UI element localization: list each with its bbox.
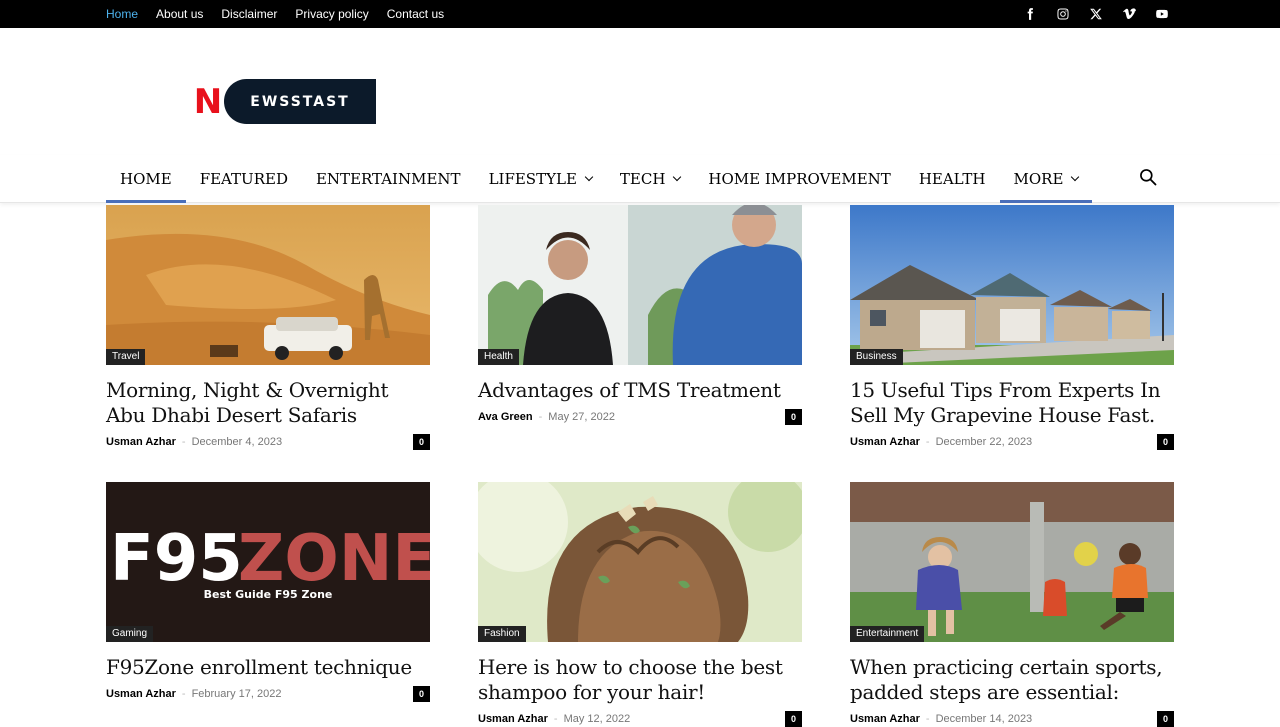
post-date: May 12, 2022 <box>563 713 631 725</box>
comment-count[interactable]: 0 <box>785 409 802 425</box>
nav-tech[interactable]: TECH <box>606 155 695 203</box>
logo-text: EWSSTAST <box>250 93 350 110</box>
x-icon[interactable] <box>1087 6 1104 23</box>
f95zone-image: F95 ZONE Best Guide F95 Zone <box>106 482 430 642</box>
main-nav: HOME FEATURED ENTERTAINMENT LIFESTYLE TE… <box>0 155 1280 203</box>
category-badge[interactable]: Fashion <box>478 626 526 642</box>
f95-tagline: Best Guide F95 Zone <box>204 588 333 601</box>
logo-letter: N <box>193 81 223 122</box>
post-thumbnail[interactable]: Entertainment <box>850 482 1174 642</box>
post-card: Health Advantages of TMS Treatment Ava G… <box>478 205 802 425</box>
post-title[interactable]: Morning, Night & Overnight Abu Dhabi Des… <box>106 378 430 428</box>
comment-count[interactable]: 0 <box>413 434 430 450</box>
search-button[interactable] <box>1138 167 1162 191</box>
post-title[interactable]: 15 Useful Tips From Experts In Sell My G… <box>850 378 1174 428</box>
post-card: Fashion Here is how to choose the best s… <box>478 482 802 727</box>
post-meta: Usman Azhar - May 12, 2022 0 <box>478 711 802 727</box>
top-bar: Home About us Disclaimer Privacy policy … <box>0 0 1280 28</box>
meta-separator: - <box>925 713 930 725</box>
nav-entertainment[interactable]: ENTERTAINMENT <box>302 155 475 203</box>
meta-separator: - <box>181 688 186 700</box>
chevron-down-icon <box>673 172 682 182</box>
chevron-down-icon <box>584 172 594 182</box>
post-meta: Ava Green - May 27, 2022 0 <box>478 409 802 425</box>
nav-health[interactable]: HEALTH <box>905 155 1000 203</box>
desert-safari-image <box>106 205 430 365</box>
post-author[interactable]: Usman Azhar <box>478 713 548 725</box>
post-card: F95 ZONE Best Guide F95 Zone Gaming F95Z… <box>106 482 430 702</box>
search-icon <box>1140 169 1157 186</box>
post-title[interactable]: Advantages of TMS Treatment <box>478 378 802 403</box>
top-nav-privacy-policy[interactable]: Privacy policy <box>295 7 368 21</box>
nav-home-improvement[interactable]: HOME IMPROVEMENT <box>694 155 904 203</box>
category-badge[interactable]: Travel <box>106 349 146 365</box>
post-meta: Usman Azhar - February 17, 2022 0 <box>106 686 430 702</box>
zone-brand-text: ZONE <box>238 522 430 596</box>
top-nav-disclaimer[interactable]: Disclaimer <box>221 7 277 21</box>
f95-brand-text: F95 <box>110 522 243 596</box>
post-meta: Usman Azhar - December 22, 2023 0 <box>850 434 1174 450</box>
site-logo[interactable]: N EWSSTAST <box>190 79 376 124</box>
post-date: February 17, 2022 <box>191 688 282 700</box>
meta-separator: - <box>538 411 543 423</box>
nav-lifestyle[interactable]: LIFESTYLE <box>475 155 606 203</box>
post-thumbnail[interactable]: Health <box>478 205 802 365</box>
top-nav-about-us[interactable]: About us <box>156 7 203 21</box>
post-date: December 22, 2023 <box>935 436 1033 448</box>
house-image <box>850 205 1174 365</box>
post-title[interactable]: When practicing certain sports, padded s… <box>850 655 1174 705</box>
post-author[interactable]: Usman Azhar <box>106 688 176 700</box>
category-badge[interactable]: Gaming <box>106 626 154 642</box>
comment-count[interactable]: 0 <box>785 711 802 727</box>
post-card: Travel Morning, Night & Overnight Abu Dh… <box>106 205 430 450</box>
top-nav-contact-us[interactable]: Contact us <box>387 7 444 21</box>
comment-count[interactable]: 0 <box>413 686 430 702</box>
nav-featured[interactable]: FEATURED <box>186 155 302 203</box>
kids-soccer-image <box>850 482 1174 642</box>
post-title[interactable]: F95Zone enrollment technique <box>106 655 430 680</box>
category-badge[interactable]: Health <box>478 349 519 365</box>
post-card: Business 15 Useful Tips From Experts In … <box>850 205 1174 450</box>
post-card: Entertainment When practicing certain sp… <box>850 482 1174 727</box>
post-title[interactable]: Here is how to choose the best shampoo f… <box>478 655 802 705</box>
post-date: May 27, 2022 <box>548 411 615 423</box>
post-author[interactable]: Usman Azhar <box>850 436 920 448</box>
post-thumbnail[interactable]: Fashion <box>478 482 802 642</box>
post-author[interactable]: Usman Azhar <box>850 713 920 725</box>
meta-separator: - <box>181 436 186 448</box>
post-thumbnail[interactable]: Travel <box>106 205 430 365</box>
top-nav: Home About us Disclaimer Privacy policy … <box>106 0 462 28</box>
post-author[interactable]: Usman Azhar <box>106 436 176 448</box>
youtube-icon[interactable] <box>1153 6 1170 23</box>
logo-banner: EWSSTAST <box>224 79 376 124</box>
social-links <box>1021 0 1170 28</box>
instagram-icon[interactable] <box>1054 6 1071 23</box>
comment-count[interactable]: 0 <box>1157 711 1174 727</box>
post-thumbnail[interactable]: Business <box>850 205 1174 365</box>
post-date: December 4, 2023 <box>191 436 283 448</box>
vimeo-icon[interactable] <box>1120 6 1137 23</box>
post-author[interactable]: Ava Green <box>478 411 533 423</box>
post-date: December 14, 2023 <box>935 713 1033 725</box>
category-badge[interactable]: Entertainment <box>850 626 925 642</box>
post-meta: Usman Azhar - December 4, 2023 0 <box>106 434 430 450</box>
therapy-session-image <box>478 205 802 365</box>
meta-separator: - <box>553 713 558 725</box>
facebook-icon[interactable] <box>1021 6 1038 23</box>
nav-home[interactable]: HOME <box>106 155 186 203</box>
chevron-down-icon <box>1071 172 1080 182</box>
comment-count[interactable]: 0 <box>1157 434 1174 450</box>
post-thumbnail[interactable]: F95 ZONE Best Guide F95 Zone Gaming <box>106 482 430 642</box>
top-nav-home[interactable]: Home <box>106 7 138 21</box>
hair-image <box>478 482 802 642</box>
meta-separator: - <box>925 436 930 448</box>
post-meta: Usman Azhar - December 14, 2023 0 <box>850 711 1174 727</box>
category-badge[interactable]: Business <box>850 349 903 365</box>
nav-more[interactable]: MORE <box>999 155 1093 203</box>
